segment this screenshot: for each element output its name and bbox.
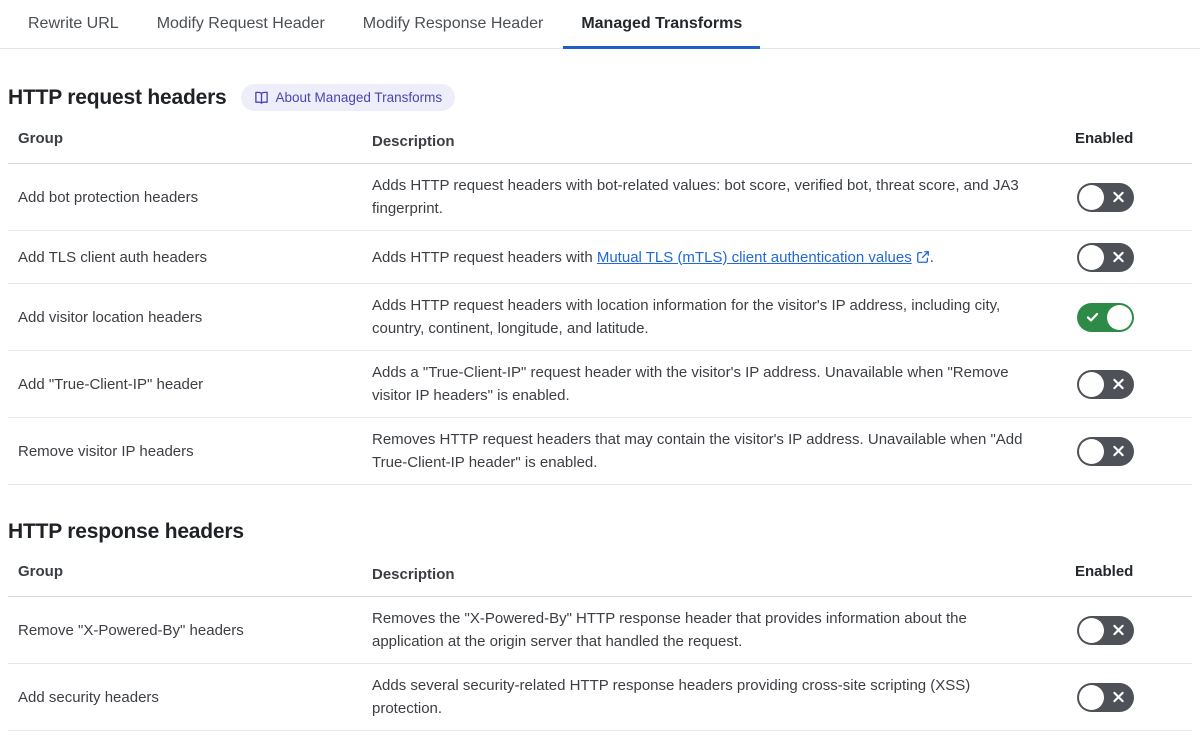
toggle-add-visitor-location-headers[interactable] bbox=[1077, 302, 1134, 332]
x-icon bbox=[1112, 691, 1125, 704]
x-icon bbox=[1112, 191, 1125, 204]
toggle-knob bbox=[1107, 304, 1132, 330]
table-row: Add TLS client auth headers Adds HTTP req… bbox=[8, 231, 1192, 284]
table-row: Add bot protection headers Adds HTTP requ… bbox=[8, 164, 1192, 231]
tab-modify-response-header[interactable]: Modify Response Header bbox=[363, 0, 544, 48]
table-row: Remove "X-Powered-By" headers Removes the… bbox=[8, 597, 1192, 664]
description-cell: Adds several security-related HTTP respo… bbox=[372, 677, 971, 717]
column-header-enabled: Enabled bbox=[1075, 563, 1134, 580]
toggle-knob bbox=[1079, 184, 1104, 210]
column-header-description: Description bbox=[372, 133, 455, 150]
response-section-header: HTTP response headers bbox=[8, 520, 1192, 544]
badge-label: About Managed Transforms bbox=[275, 89, 443, 105]
x-icon bbox=[1112, 624, 1125, 637]
check-icon bbox=[1086, 311, 1099, 324]
group-cell: Add TLS client auth headers bbox=[18, 248, 208, 266]
toggle-knob bbox=[1079, 438, 1104, 464]
x-icon bbox=[1112, 445, 1125, 458]
response-rows: Remove "X-Powered-By" headers Removes the… bbox=[8, 597, 1192, 731]
description-cell: Removes the "X-Powered-By" HTTP response… bbox=[372, 610, 967, 650]
toggle-add-true-client-ip-header[interactable] bbox=[1077, 369, 1134, 399]
column-header-description: Description bbox=[372, 566, 455, 583]
toggle-add-tls-client-auth-headers[interactable] bbox=[1077, 242, 1134, 272]
description-cell: Adds a "True-Client-IP" request header w… bbox=[372, 364, 1009, 404]
about-managed-transforms-badge[interactable]: About Managed Transforms bbox=[240, 84, 456, 111]
enabled-cell bbox=[1075, 682, 1192, 712]
group-cell: Add bot protection headers bbox=[18, 188, 199, 206]
group-cell: Remove visitor IP headers bbox=[18, 442, 194, 460]
enabled-cell bbox=[1075, 436, 1192, 466]
group-cell: Remove "X-Powered-By" headers bbox=[18, 621, 244, 639]
x-icon bbox=[1112, 378, 1125, 391]
description-cell: Adds HTTP request headers with bot-relat… bbox=[372, 177, 1019, 217]
toggle-add-bot-protection-headers[interactable] bbox=[1077, 182, 1134, 212]
request-rows: Add bot protection headers Adds HTTP requ… bbox=[8, 164, 1192, 485]
request-section-title: HTTP request headers bbox=[8, 85, 227, 109]
description-cell: Adds HTTP request headers with location … bbox=[372, 297, 1001, 337]
tab-rewrite-url[interactable]: Rewrite URL bbox=[28, 0, 119, 48]
table-row: Add security headers Adds several securit… bbox=[8, 664, 1192, 731]
toggle-remove-x-powered-by-headers[interactable] bbox=[1077, 615, 1134, 645]
table-row: Add visitor location headers Adds HTTP re… bbox=[8, 284, 1192, 351]
tab-bar: Rewrite URL Modify Request Header Modify R… bbox=[0, 0, 1200, 49]
description-cell: Removes HTTP request headers that may co… bbox=[372, 431, 1023, 471]
response-section-title: HTTP response headers bbox=[8, 520, 244, 543]
table-row: Remove visitor IP headers Removes HTTP re… bbox=[8, 418, 1192, 485]
enabled-cell bbox=[1075, 182, 1192, 212]
table-row: Add "True-Client-IP" header Adds a "True-… bbox=[8, 351, 1192, 418]
group-cell: Add security headers bbox=[18, 688, 159, 706]
enabled-cell bbox=[1075, 369, 1192, 399]
tab-managed-transforms[interactable]: Managed Transforms bbox=[563, 0, 761, 49]
table-header-row: Group Description Enabled bbox=[8, 124, 1192, 164]
response-headers-table: Group Description Enabled Remove "X-Powe… bbox=[8, 557, 1192, 731]
request-headers-table: Group Description Enabled Add bot protec… bbox=[8, 124, 1192, 485]
toggle-knob bbox=[1079, 617, 1104, 643]
enabled-cell bbox=[1075, 615, 1192, 645]
table-header-row: Group Description Enabled bbox=[8, 557, 1192, 597]
x-icon bbox=[1112, 251, 1125, 264]
tab-modify-request-header[interactable]: Modify Request Header bbox=[157, 0, 325, 48]
managed-transforms-page: HTTP request headers About Managed Trans… bbox=[8, 84, 1192, 731]
toggle-knob bbox=[1079, 244, 1104, 270]
column-header-group: Group bbox=[18, 563, 63, 580]
book-icon bbox=[254, 90, 269, 105]
enabled-cell bbox=[1075, 302, 1192, 332]
enabled-cell bbox=[1075, 242, 1192, 272]
group-cell: Add "True-Client-IP" header bbox=[18, 375, 204, 393]
toggle-knob bbox=[1079, 684, 1104, 710]
toggle-remove-visitor-ip-headers[interactable] bbox=[1077, 436, 1134, 466]
column-header-enabled: Enabled bbox=[1075, 130, 1134, 147]
request-section-header: HTTP request headers About Managed Trans… bbox=[8, 84, 1192, 111]
description-cell: Adds HTTP request headers with Mutual TL… bbox=[372, 248, 934, 266]
toggle-knob bbox=[1079, 371, 1104, 397]
toggle-add-security-headers[interactable] bbox=[1077, 682, 1134, 712]
column-header-group: Group bbox=[18, 130, 63, 147]
group-cell: Add visitor location headers bbox=[18, 308, 203, 326]
description-link[interactable]: Mutual TLS (mTLS) client authentication … bbox=[597, 249, 930, 266]
